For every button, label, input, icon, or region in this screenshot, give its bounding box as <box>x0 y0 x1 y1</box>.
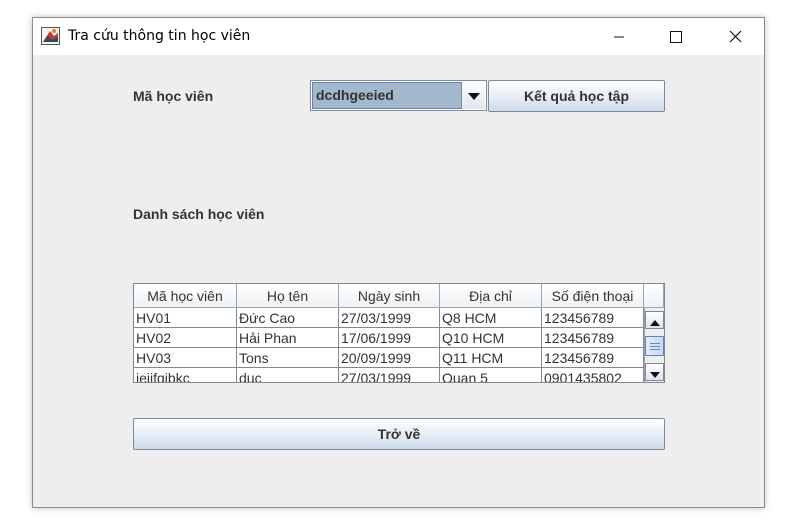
column-header-birth-date[interactable]: Ngày sinh <box>339 284 440 308</box>
cell-birth-date[interactable]: 20/09/1999 <box>339 348 440 368</box>
cell-student-id[interactable]: HV03 <box>134 348 237 368</box>
back-button[interactable]: Trở về <box>133 418 665 450</box>
table-row[interactable]: HV03 Tons 20/09/1999 Q11 HCM 123456789 <box>134 348 644 368</box>
cell-phone[interactable]: 0901435802 <box>542 368 644 382</box>
table-vertical-scrollbar[interactable] <box>644 308 664 382</box>
column-header-student-id[interactable]: Mã học viên <box>134 284 237 308</box>
scroll-up-button[interactable] <box>645 311 664 329</box>
maximize-icon <box>670 30 682 43</box>
cell-student-id[interactable]: HV01 <box>134 308 237 328</box>
column-header-full-name[interactable]: Họ tên <box>237 284 339 308</box>
caret-down-icon <box>467 86 480 105</box>
results-button[interactable]: Kết quả học tập <box>488 80 665 112</box>
table-body: HV01 Đức Cao 27/03/1999 Q8 HCM 123456789… <box>134 308 644 382</box>
student-id-label: Mã học viên <box>133 88 214 104</box>
dropdown-button[interactable] <box>461 82 485 109</box>
column-header-phone[interactable]: Số điện thoại <box>542 284 644 308</box>
minimize-button[interactable] <box>596 18 642 55</box>
grip-line <box>650 349 660 350</box>
cell-full-name[interactable]: duc <box>237 368 339 382</box>
cell-phone[interactable]: 123456789 <box>542 308 644 328</box>
cell-address[interactable]: Q11 HCM <box>440 348 542 368</box>
cell-student-id[interactable]: HV02 <box>134 328 237 348</box>
java-app-icon <box>41 27 60 45</box>
grip-line <box>650 343 660 344</box>
cell-birth-date[interactable]: 27/03/1999 <box>339 308 440 328</box>
cell-phone[interactable]: 123456789 <box>542 348 644 368</box>
cell-birth-date[interactable]: 17/06/1999 <box>339 328 440 348</box>
grip-line <box>650 346 660 347</box>
cell-address[interactable]: Quan 5 <box>440 368 542 382</box>
header-corner <box>644 284 664 308</box>
close-button[interactable] <box>712 18 758 55</box>
student-id-selected-value[interactable]: dcdhgeeied <box>312 82 462 109</box>
scroll-thumb[interactable] <box>645 336 664 356</box>
column-header-address[interactable]: Địa chỉ <box>440 284 542 308</box>
cell-address[interactable]: Q8 HCM <box>440 308 542 328</box>
arrow-down-icon <box>649 363 660 382</box>
maximize-button[interactable] <box>653 18 699 55</box>
minimize-icon <box>613 31 625 43</box>
arrow-up-icon <box>649 311 660 330</box>
cell-full-name[interactable]: Hải Phan <box>237 328 339 348</box>
table-row[interactable]: HV01 Đức Cao 27/03/1999 Q8 HCM 123456789 <box>134 308 644 328</box>
close-icon <box>729 30 742 43</box>
student-list-label: Danh sách học viên <box>133 206 265 222</box>
cell-address[interactable]: Q10 HCM <box>440 328 542 348</box>
cell-phone[interactable]: 123456789 <box>542 328 644 348</box>
table-row[interactable]: ieiifgibkc duc 27/03/1999 Quan 5 0901435… <box>134 368 644 382</box>
scroll-down-button[interactable] <box>645 363 664 381</box>
student-id-combobox[interactable]: dcdhgeeied <box>310 80 487 111</box>
table-row[interactable]: HV02 Hải Phan 17/06/1999 Q10 HCM 1234567… <box>134 328 644 348</box>
table-header: Mã học viên Họ tên Ngày sinh Địa chỉ Số … <box>134 284 664 308</box>
cell-full-name[interactable]: Tons <box>237 348 339 368</box>
cell-student-id[interactable]: ieiifgibkc <box>134 368 237 382</box>
cell-full-name[interactable]: Đức Cao <box>237 308 339 328</box>
app-window: Tra cứu thông tin học viên Mã học viên d… <box>32 17 765 508</box>
title-bar[interactable]: Tra cứu thông tin học viên <box>33 18 764 55</box>
window-title: Tra cứu thông tin học viên <box>68 28 251 44</box>
student-table: Mã học viên Họ tên Ngày sinh Địa chỉ Số … <box>133 283 665 383</box>
content-panel: Mã học viên dcdhgeeied Kết quả học tập D… <box>33 55 764 507</box>
cell-birth-date[interactable]: 27/03/1999 <box>339 368 440 382</box>
